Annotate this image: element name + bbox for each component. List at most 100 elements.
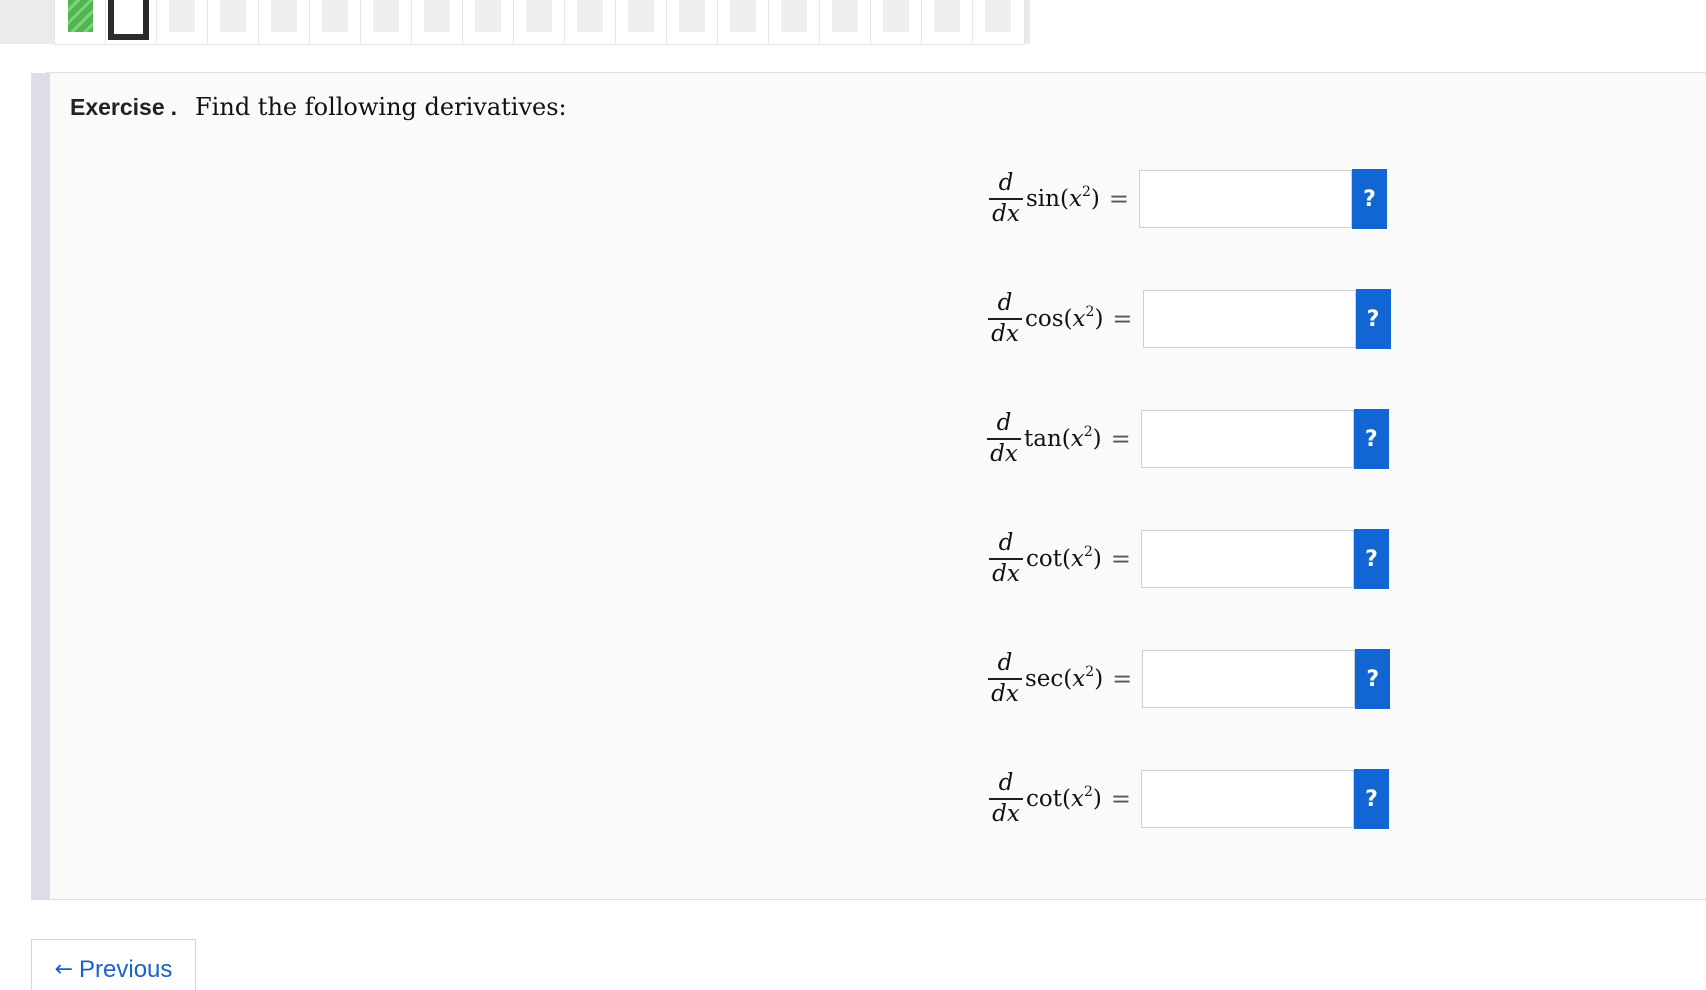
operator-denominator: dx xyxy=(991,320,1019,347)
exercise-accent-bar xyxy=(31,73,50,899)
answer-input[interactable] xyxy=(1142,650,1356,708)
function-exponent: 2 xyxy=(1081,184,1091,200)
derivative-row: d dx tan(x2) = ? xyxy=(987,409,1389,469)
exercise-panel: Exercise . Find the following derivative… xyxy=(31,73,1706,900)
answer-input[interactable] xyxy=(1138,170,1352,228)
function-expression: sec(x2) xyxy=(1025,664,1104,692)
progress-strip xyxy=(0,0,1030,45)
progress-step-marker xyxy=(781,0,807,32)
exercise-heading: Exercise . Find the following derivative… xyxy=(70,93,567,121)
function-name: tan xyxy=(1024,426,1062,452)
progress-step[interactable] xyxy=(616,0,667,44)
progress-step-marker xyxy=(577,0,603,32)
function-exponent: 2 xyxy=(1083,784,1093,800)
derivative-row: d dx cos(x2) = ? xyxy=(988,289,1391,349)
answer-input[interactable] xyxy=(1140,530,1354,588)
function-exponent: 2 xyxy=(1085,664,1095,680)
progress-step[interactable] xyxy=(412,0,463,44)
function-name: sin xyxy=(1026,186,1060,212)
function-exponent: 2 xyxy=(1085,304,1095,320)
function-name: cot xyxy=(1026,546,1062,572)
page: Exercise . Find the following derivative… xyxy=(0,0,1706,990)
progress-step[interactable] xyxy=(259,0,310,44)
exercise-label-dot: . xyxy=(170,94,178,120)
progress-step-marker xyxy=(475,0,501,32)
derivative-operator: d dx xyxy=(989,172,1023,226)
progress-step[interactable] xyxy=(361,0,412,44)
equals-sign: = xyxy=(1112,665,1133,693)
progress-step[interactable] xyxy=(820,0,871,44)
arrow-left-icon: ← xyxy=(54,957,74,982)
operator-denominator: dx xyxy=(991,680,1019,707)
previous-button[interactable]: ← Previous xyxy=(31,939,196,990)
derivative-row: d dx cot(x2) = ? xyxy=(989,769,1389,829)
progress-step[interactable] xyxy=(871,0,922,44)
exercise-label: Exercise xyxy=(70,94,165,120)
progress-step[interactable] xyxy=(55,0,106,44)
equals-sign: = xyxy=(1110,425,1131,453)
help-button[interactable]: ? xyxy=(1353,529,1389,589)
function-variable: x xyxy=(1068,186,1082,212)
progress-step[interactable] xyxy=(667,0,718,44)
function-name: sec xyxy=(1025,666,1064,692)
help-button[interactable]: ? xyxy=(1355,289,1391,349)
progress-step[interactable] xyxy=(565,0,616,44)
equals-sign: = xyxy=(1112,305,1133,333)
operator-numerator: d xyxy=(997,290,1013,317)
derivative-operator: d dx xyxy=(989,532,1023,586)
derivative-operator: d dx xyxy=(988,652,1022,706)
progress-step-marker xyxy=(985,0,1011,32)
previous-button-label: Previous xyxy=(79,955,173,983)
progress-step-marker xyxy=(934,0,960,32)
progress-step-marker xyxy=(883,0,909,32)
function-variable: x xyxy=(1070,426,1084,452)
progress-step[interactable] xyxy=(514,0,565,44)
progress-step[interactable] xyxy=(106,0,157,44)
equals-sign: = xyxy=(1110,545,1131,573)
progress-step[interactable] xyxy=(922,0,973,44)
progress-step-marker xyxy=(169,0,195,32)
progress-step[interactable] xyxy=(718,0,769,44)
answer-input[interactable] xyxy=(1142,290,1356,348)
progress-step-marker xyxy=(832,0,858,32)
function-variable: x xyxy=(1072,306,1086,332)
progress-step-marker xyxy=(373,0,399,32)
derivative-operator: d dx xyxy=(989,772,1023,826)
function-expression: cot(x2) xyxy=(1026,784,1102,812)
operator-denominator: dx xyxy=(992,200,1020,227)
progress-step[interactable] xyxy=(157,0,208,44)
derivative-operator: d dx xyxy=(988,292,1022,346)
progress-step[interactable] xyxy=(310,0,361,44)
function-exponent: 2 xyxy=(1083,424,1093,440)
progress-step-marker xyxy=(424,0,450,32)
help-button[interactable]: ? xyxy=(1353,769,1389,829)
function-expression: tan(x2) xyxy=(1024,424,1102,452)
progress-step[interactable] xyxy=(769,0,820,44)
answer-input[interactable] xyxy=(1140,410,1354,468)
progress-step-marker xyxy=(526,0,552,32)
function-exponent: 2 xyxy=(1083,544,1093,560)
progress-step-marker xyxy=(628,0,654,32)
help-button[interactable]: ? xyxy=(1355,649,1391,709)
progress-step-marker xyxy=(68,0,93,32)
function-name: cos xyxy=(1025,306,1064,332)
progress-step[interactable] xyxy=(973,0,1024,44)
progress-step[interactable] xyxy=(463,0,514,44)
equals-sign: = xyxy=(1110,785,1131,813)
function-variable: x xyxy=(1072,666,1086,692)
help-button[interactable]: ? xyxy=(1353,409,1389,469)
operator-denominator: dx xyxy=(990,440,1018,467)
progress-step[interactable] xyxy=(208,0,259,44)
operator-denominator: dx xyxy=(992,800,1020,827)
function-variable: x xyxy=(1070,786,1084,812)
progress-step-marker xyxy=(271,0,297,32)
function-variable: x xyxy=(1070,546,1084,572)
help-button[interactable]: ? xyxy=(1351,169,1387,229)
operator-numerator: d xyxy=(996,410,1012,437)
progress-step-marker xyxy=(322,0,348,32)
progress-step-marker xyxy=(679,0,705,32)
operator-denominator: dx xyxy=(992,560,1020,587)
progress-step-marker xyxy=(730,0,756,32)
operator-numerator: d xyxy=(998,530,1014,557)
answer-input[interactable] xyxy=(1140,770,1354,828)
